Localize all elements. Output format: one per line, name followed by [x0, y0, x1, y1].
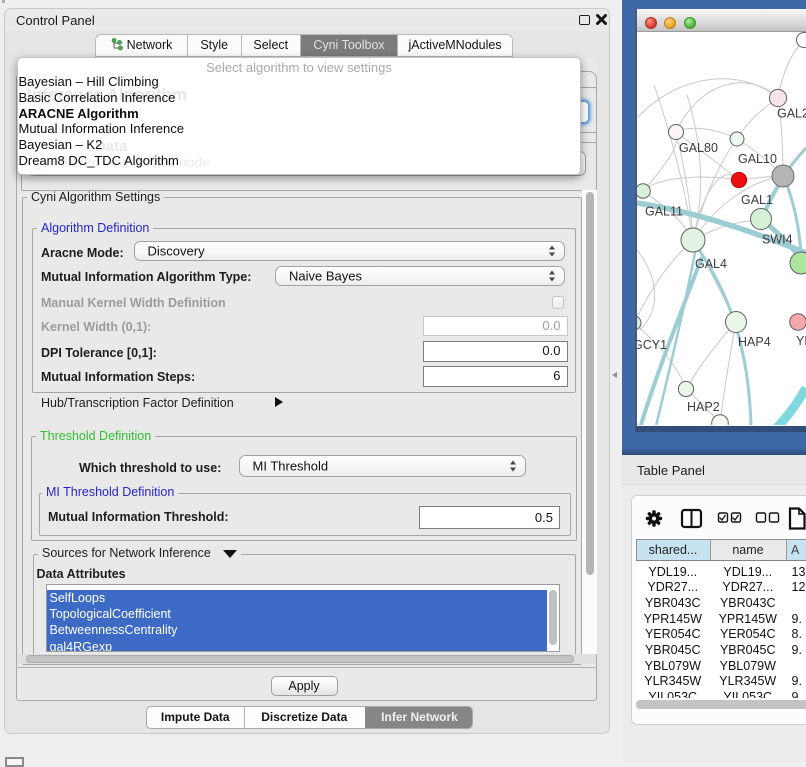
svg-text:GAL80: GAL80 — [679, 141, 718, 155]
svg-text:GCY1: GCY1 — [637, 338, 667, 352]
svg-text:YM: YM — [796, 334, 806, 348]
svg-text:GAL4: GAL4 — [695, 257, 727, 271]
svg-text:HAP4: HAP4 — [738, 335, 771, 349]
svg-text:GAL2: GAL2 — [777, 107, 806, 121]
svg-text:GAL1: GAL1 — [741, 193, 773, 207]
svg-text:SWI4: SWI4 — [762, 233, 793, 247]
svg-text:HAP2: HAP2 — [687, 400, 720, 414]
svg-text:GAL11: GAL11 — [645, 205, 683, 219]
svg-text:GAL10: GAL10 — [738, 152, 777, 166]
